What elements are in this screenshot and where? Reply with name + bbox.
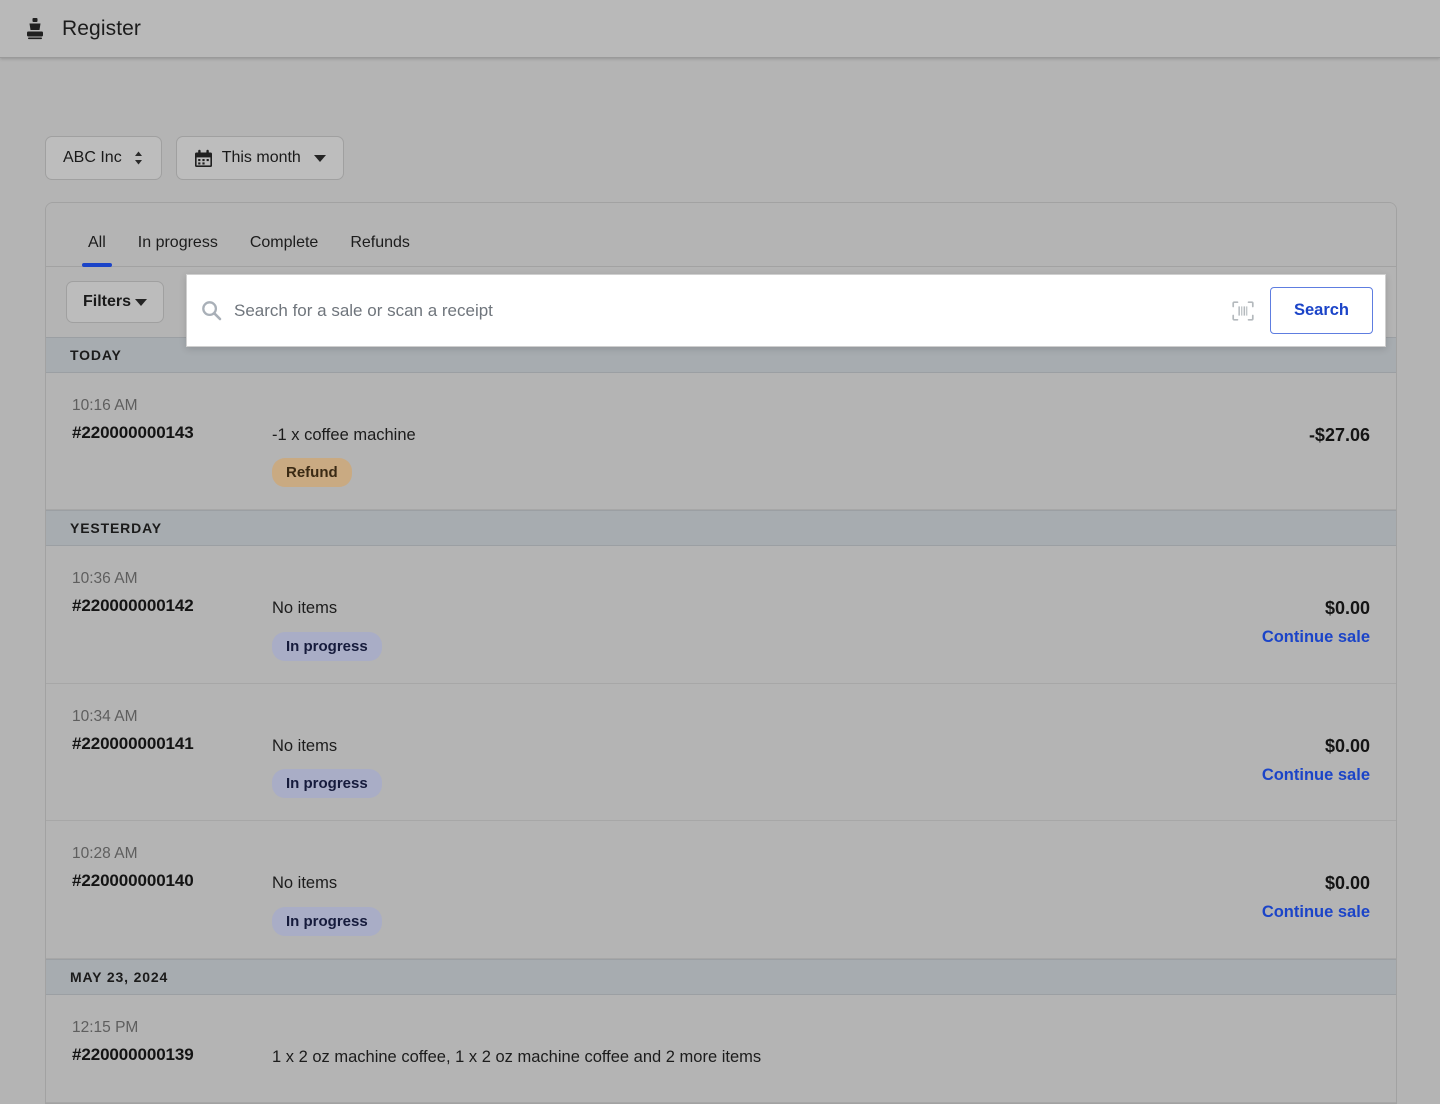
up-down-chevron-icon [133,150,144,166]
search-input[interactable] [234,300,1232,321]
tab-bar: All In progress Complete Refunds [46,203,1396,267]
transaction-id: #220000000140 [72,871,194,891]
status-badge: In progress [272,769,382,799]
transaction-items: No items [272,874,338,893]
transaction-details: No items In progress [272,706,1130,799]
transaction-time: 12:15 PM [72,1018,139,1036]
register-stamp-icon [22,16,48,42]
status-badge: Refund [272,458,352,488]
filters-button-label: Filters [83,293,132,310]
chevron-down-icon [313,154,326,162]
transaction-amount: $0.00 [1324,598,1370,619]
app-header: Register [0,0,1440,58]
date-range-button[interactable]: This month [175,136,344,180]
status-badge: In progress [272,631,382,661]
continue-sale-link[interactable]: Continue sale [1130,766,1370,785]
day-header: MAY 23, 2024 [46,958,1396,995]
day-header-label: MAY 23, 2024 [70,968,169,985]
transaction-id: #220000000139 [72,1044,194,1064]
transaction-summary: $0.00 Continue sale [1130,843,1370,922]
transaction-summary: $0.00 Continue sale [1130,568,1370,647]
calendar-icon [194,149,213,168]
filters-button[interactable]: Filters [66,281,165,323]
transaction-summary: -$27.06 [1130,395,1370,455]
tab-all[interactable]: All [72,234,122,267]
transaction-details: No items In progress [272,843,1130,936]
tab-complete[interactable]: Complete [234,234,334,266]
continue-sale-link[interactable]: Continue sale [1130,903,1370,922]
day-header-label: YESTERDAY [70,520,162,537]
toolbar: ABC Inc This month [45,136,344,180]
search-overlay: Search [186,274,1386,347]
status-badge: In progress [272,906,382,936]
transaction-time: 10:28 AM [72,845,138,863]
transaction-time: 10:16 AM [72,397,138,414]
transaction-identity: 10:34 AM #220000000141 [72,706,272,754]
transaction-amount: -$27.06 [1308,425,1370,445]
tab-all-label: All [88,234,106,251]
transaction-items: -1 x coffee machine [272,426,416,444]
transaction-list: TODAY 10:16 AM #220000000143 -1 x coffee… [46,337,1396,1104]
page-title: Register [62,16,141,40]
search-button[interactable]: Search [1270,287,1373,334]
transaction-summary: $0.00 Continue sale [1130,706,1370,785]
continue-sale-link[interactable]: Continue sale [1130,628,1370,647]
transaction-identity: 10:28 AM #220000000140 [72,843,272,891]
search-icon [201,300,222,321]
tab-in-progress-label: In progress [137,234,218,251]
transaction-details: 1 x 2 oz machine coffee, 1 x 2 oz machin… [272,1017,1130,1080]
transaction-identity: 12:15 PM #220000000139 [72,1017,272,1065]
transaction-identity: 10:16 AM #220000000143 [72,395,272,443]
page-body: ABC Inc This month All In progress Compl… [0,58,1440,1104]
date-range-label: This month [221,149,301,166]
transaction-identity: 10:36 AM #220000000142 [72,568,272,616]
entity-selector-label: ABC Inc [63,149,122,166]
table-row[interactable]: 10:28 AM #220000000140 No items In progr… [46,821,1396,959]
transaction-amount: $0.00 [1324,735,1370,756]
transaction-time: 10:36 AM [72,570,138,588]
day-header-label: TODAY [70,347,122,363]
transaction-summary [1130,1017,1370,1047]
transaction-id: #220000000142 [72,596,194,616]
table-row[interactable]: 10:34 AM #220000000141 No items In progr… [46,683,1396,822]
transaction-items: No items [272,599,338,618]
transaction-amount: $0.00 [1324,873,1370,894]
table-row[interactable]: 10:16 AM #220000000143 -1 x coffee machi… [46,373,1396,511]
transaction-items: No items [272,736,338,755]
entity-selector-button[interactable]: ABC Inc [45,136,162,180]
tab-refunds[interactable]: Refunds [334,234,426,266]
transaction-time: 10:34 AM [72,707,138,725]
day-header: YESTERDAY [46,510,1396,547]
tab-refunds-label: Refunds [350,234,410,251]
tab-complete-label: Complete [249,234,319,251]
table-row[interactable]: 10:36 AM #220000000142 No items In progr… [46,546,1396,684]
barcode-scan-icon[interactable] [1232,300,1254,321]
transaction-id: #220000000143 [72,423,194,442]
transaction-details: No items In progress [272,568,1130,661]
chevron-down-icon [135,298,148,306]
tab-in-progress[interactable]: In progress [122,234,234,266]
table-row[interactable]: 12:15 PM #220000000139 1 x 2 oz machine … [46,994,1396,1104]
transaction-id: #220000000141 [72,733,194,753]
transaction-details: -1 x coffee machine Refund [272,395,1130,488]
